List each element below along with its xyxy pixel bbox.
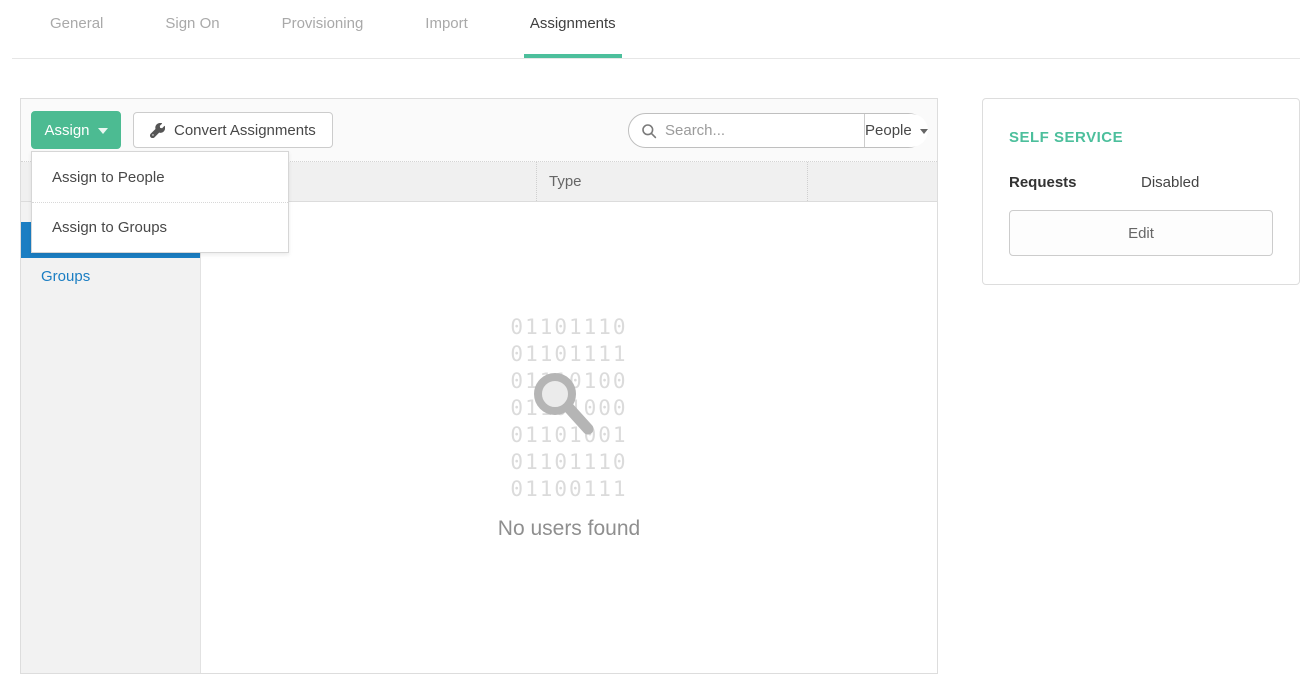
self-service-panel: SELF SERVICE Requests Disabled Edit	[982, 98, 1300, 285]
requests-status-value: Disabled	[1141, 174, 1199, 191]
empty-state: 01101110 01101111 01110100 01101000 0110…	[201, 202, 937, 541]
magnifier-icon	[502, 336, 622, 456]
filter-sidebar: Groups	[21, 202, 201, 673]
binary-row: 01100111	[510, 476, 627, 503]
assign-button-label: Assign	[44, 122, 89, 139]
column-header-type[interactable]: Type	[537, 162, 808, 201]
tab-sign-on[interactable]: Sign On	[159, 15, 225, 58]
assignments-panel: Assign Convert Assignments People	[20, 98, 938, 674]
tab-bar: General Sign On Provisioning Import Assi…	[12, 0, 1300, 59]
tab-general[interactable]: General	[44, 15, 109, 58]
column-header-actions	[808, 162, 937, 201]
app-assignments-page: General Sign On Provisioning Import Assi…	[0, 0, 1312, 686]
convert-assignments-button[interactable]: Convert Assignments	[133, 112, 333, 148]
search-bar: People	[628, 113, 926, 148]
requests-label: Requests	[1009, 174, 1141, 191]
search-scope-dropdown[interactable]: People	[864, 114, 928, 147]
assign-dropdown-menu: Assign to People Assign to Groups	[31, 151, 289, 253]
chevron-down-icon	[98, 128, 108, 134]
empty-state-message: No users found	[201, 517, 937, 541]
results-area: 01101110 01101111 01110100 01101000 0110…	[201, 202, 937, 673]
search-input[interactable]	[665, 122, 864, 139]
menu-item-assign-to-groups[interactable]: Assign to Groups	[32, 202, 288, 252]
tab-provisioning[interactable]: Provisioning	[276, 15, 370, 58]
requests-row: Requests Disabled	[1009, 174, 1273, 191]
binary-art: 01101110 01101111 01110100 01101000 0110…	[510, 314, 627, 503]
self-service-title: SELF SERVICE	[1009, 129, 1273, 146]
sidebar-item-groups[interactable]: Groups	[21, 258, 200, 294]
chevron-down-icon	[920, 129, 928, 134]
search-icon	[641, 123, 657, 139]
convert-assignments-label: Convert Assignments	[174, 122, 316, 139]
panel-body: Groups 01101110 01101111 01110100 011010…	[21, 202, 937, 673]
search-scope-label: People	[865, 122, 912, 139]
wrench-icon	[150, 123, 165, 138]
tab-assignments[interactable]: Assignments	[524, 15, 622, 58]
assignments-toolbar: Assign Convert Assignments People	[21, 99, 937, 162]
menu-item-assign-to-people[interactable]: Assign to People	[32, 152, 288, 202]
search-field-wrap	[629, 114, 864, 147]
edit-button[interactable]: Edit	[1009, 210, 1273, 256]
tab-import[interactable]: Import	[419, 15, 474, 58]
assign-button[interactable]: Assign	[31, 111, 121, 149]
